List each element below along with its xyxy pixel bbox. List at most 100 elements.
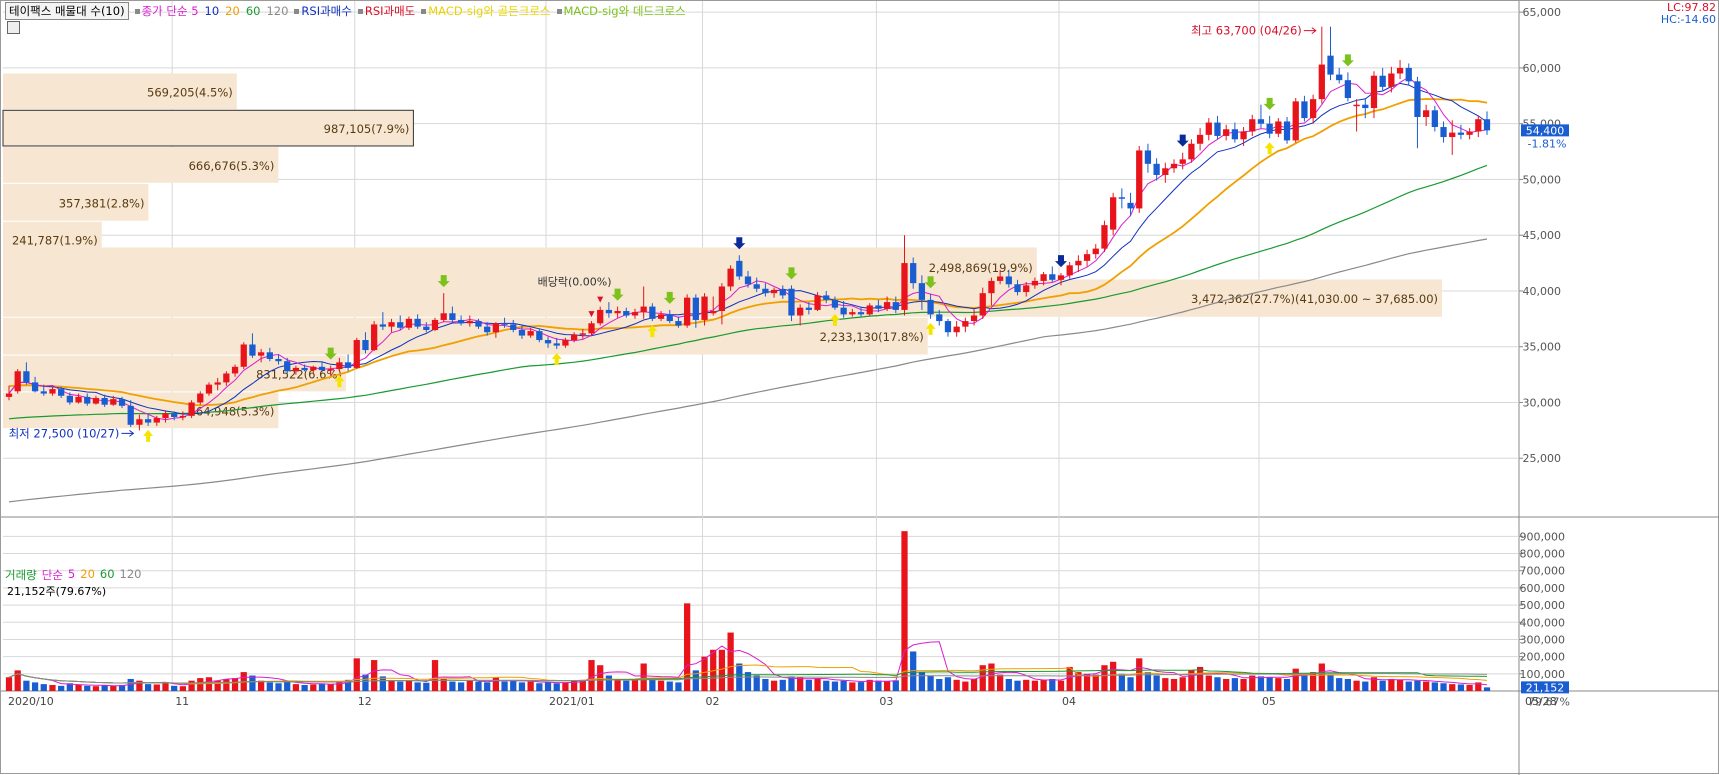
candle-body — [1023, 285, 1030, 293]
candle-body — [605, 309, 613, 314]
candle-body — [1101, 225, 1108, 249]
candle-body — [1353, 104, 1360, 107]
candle-body — [1483, 119, 1491, 131]
legend-marker-icon — [134, 9, 140, 14]
settings-grid-icon[interactable] — [7, 21, 20, 34]
volume-title: 거래량 — [5, 568, 37, 582]
ma20-label: 20 — [225, 4, 240, 18]
volume-tick-label: 700,000 — [1520, 565, 1566, 578]
volume-profile-label: 357,381(2.8%) — [59, 196, 145, 210]
candle-body — [1092, 248, 1099, 255]
candle-body — [597, 309, 604, 324]
volume-bar — [1257, 676, 1265, 691]
price-legend: 테이팩스 매물대 수(10) 종가 단순 5 10 20 60 120 RSI과… — [5, 2, 686, 20]
candle-body — [501, 323, 508, 325]
candle-body — [440, 313, 447, 320]
volume-bar — [1379, 680, 1386, 691]
candle-body — [1370, 75, 1378, 109]
candle-body — [197, 393, 204, 403]
candle-body — [1275, 121, 1282, 134]
candle-body — [318, 366, 326, 371]
candle-body — [631, 312, 639, 316]
macd-golden-arrow-icon — [143, 429, 154, 442]
candle-body — [805, 307, 812, 310]
ma5-label: 5 — [191, 4, 199, 18]
volume-bar — [40, 684, 47, 691]
macd-golden-legend[interactable]: MACD-sig와 골든크로스 — [421, 3, 551, 19]
candle-body — [510, 324, 517, 330]
volume-bar — [831, 681, 839, 691]
date-label: 05 — [1262, 695, 1276, 708]
volume-bar — [423, 682, 430, 691]
volume-tick-label: 100,000 — [1520, 668, 1566, 681]
candle-body — [1301, 101, 1308, 119]
volume-bar — [970, 678, 978, 691]
price-tick-label: 40,000 — [1523, 285, 1562, 298]
volume-bar — [936, 678, 943, 691]
volume-bar — [1336, 678, 1343, 691]
candle-body — [962, 321, 969, 327]
candle-body — [1449, 132, 1456, 138]
candle-body — [1066, 265, 1073, 276]
volume-bar — [527, 681, 534, 691]
candle-body — [153, 418, 160, 423]
indicator-title[interactable]: 테이팩스 매물대 수(10) — [5, 2, 129, 20]
candle-body — [936, 314, 943, 322]
volume-legend-item[interactable]: 거래량 — [5, 567, 37, 583]
volume-bar — [1483, 687, 1491, 691]
candle-body — [144, 419, 152, 423]
macd-dead-label: MACD-sig와 데드크로스 — [563, 4, 686, 18]
candle-body — [1144, 150, 1152, 164]
candle-body — [301, 367, 308, 371]
volume-bar — [275, 683, 282, 691]
candle-body — [927, 299, 934, 315]
date-label: 04 — [1062, 695, 1076, 708]
candle-body — [1223, 129, 1230, 136]
volume-bar — [492, 677, 500, 691]
volume-bar — [1353, 680, 1360, 691]
volume-bar — [1127, 677, 1134, 691]
volume-bar — [753, 675, 760, 691]
rsi-buy-label: RSI과매수 — [301, 4, 352, 18]
candle-body — [1283, 121, 1291, 141]
volume-bar — [466, 680, 473, 691]
candle-body — [1118, 197, 1125, 199]
candle-body — [1318, 64, 1325, 100]
candle-body — [223, 373, 230, 383]
date-label: 03 — [879, 695, 893, 708]
candle-body — [492, 323, 500, 333]
rsi-buy-arrow-icon — [1176, 134, 1189, 147]
volume-profile-label: 2,498,869(19.9%) — [929, 261, 1033, 275]
candle-body — [1327, 55, 1334, 75]
candle-body — [1196, 134, 1204, 144]
volume-bar — [979, 665, 986, 691]
volume-bar — [1423, 681, 1430, 691]
volume-bar — [1301, 674, 1308, 691]
candle-body — [1414, 81, 1421, 117]
volume-bar — [1005, 678, 1012, 691]
volume-bar — [1049, 678, 1056, 691]
candle-body — [84, 396, 91, 404]
candle-body — [1179, 159, 1186, 164]
volume-ma-label: 단순 — [41, 568, 63, 582]
candle-body — [1440, 127, 1447, 138]
rsi-sell-legend[interactable]: RSI과매도 — [357, 3, 415, 19]
candle-body — [579, 333, 586, 335]
volume-bar — [162, 683, 169, 691]
candle-body — [92, 398, 100, 404]
volume-bar — [623, 680, 630, 691]
volume-bar — [1405, 681, 1412, 691]
ma-legend[interactable]: 종가 단순 5 — [134, 3, 199, 19]
candle-body — [344, 362, 352, 368]
volume-bar — [284, 681, 291, 691]
rsi-buy-legend[interactable]: RSI과매수 — [294, 3, 352, 19]
volume-bar — [457, 682, 465, 691]
volume-bar — [1457, 684, 1465, 691]
candle-body — [770, 289, 778, 294]
macd-dead-legend[interactable]: MACD-sig와 데드크로스 — [556, 3, 686, 19]
chart-canvas[interactable]: 2020/10 11 12 2021/01 02 03 04 05 05/2865,00060,… — [1, 1, 1719, 775]
candle-body — [1127, 202, 1134, 209]
candle-body — [336, 362, 343, 370]
candle-body — [1240, 131, 1247, 140]
price-tick-label: 30,000 — [1523, 396, 1562, 409]
